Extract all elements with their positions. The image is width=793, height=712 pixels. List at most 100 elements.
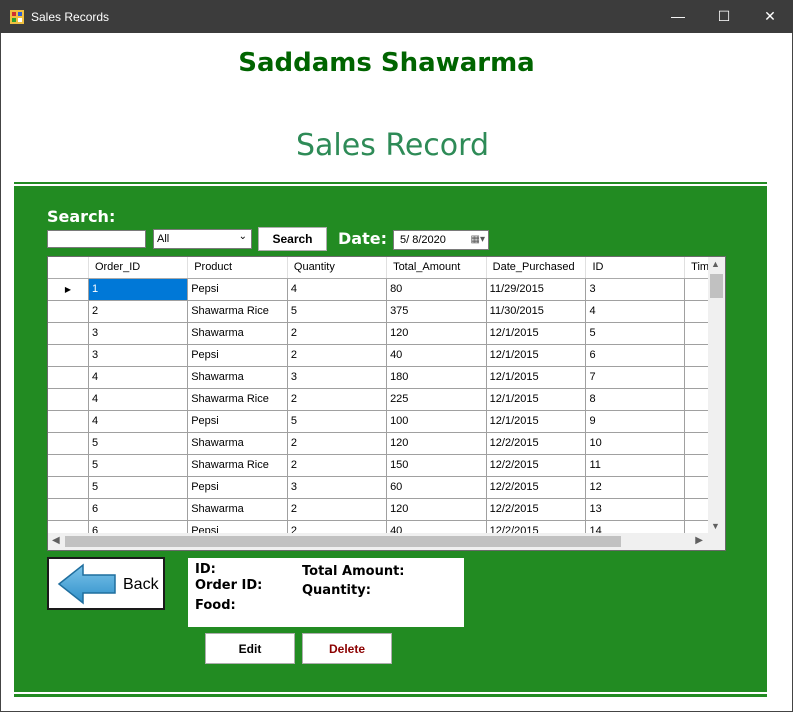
table-cell[interactable]: 40: [386, 344, 487, 367]
table-cell[interactable]: 12/2/2015: [486, 432, 587, 455]
table-cell[interactable]: Pepsi: [187, 278, 288, 301]
search-input[interactable]: [47, 230, 146, 248]
vertical-scroll-thumb[interactable]: [710, 274, 723, 298]
horizontal-scrollbar[interactable]: ◀ ▶: [48, 533, 725, 550]
table-cell[interactable]: 5: [287, 410, 388, 433]
column-header[interactable]: Total_Amount: [386, 257, 487, 279]
column-header[interactable]: Date_Purchased: [486, 257, 587, 279]
table-cell[interactable]: 4: [88, 366, 189, 389]
column-header[interactable]: ID: [585, 257, 686, 279]
maximize-button[interactable]: ☐: [701, 0, 747, 33]
scroll-left-icon[interactable]: ◀: [52, 535, 60, 546]
row-header[interactable]: [48, 344, 89, 367]
table-row[interactable]: 3 Shawarma 2 120 12/1/2015 5: [48, 322, 725, 345]
table-cell[interactable]: 1: [88, 278, 189, 301]
table-cell[interactable]: 120: [386, 432, 487, 455]
table-cell[interactable]: Shawarma Rice: [187, 454, 288, 477]
table-cell[interactable]: 2: [287, 498, 388, 521]
filter-select[interactable]: All ⌄: [153, 229, 252, 249]
table-cell[interactable]: 8: [585, 388, 686, 411]
table-cell[interactable]: 5: [287, 300, 388, 323]
table-cell[interactable]: 80: [386, 278, 487, 301]
edit-button[interactable]: Edit: [205, 633, 295, 664]
table-cell[interactable]: 120: [386, 498, 487, 521]
calendar-icon[interactable]: ▦▾: [471, 234, 485, 245]
row-header[interactable]: [48, 410, 89, 433]
table-cell[interactable]: 2: [287, 432, 388, 455]
table-cell[interactable]: 60: [386, 476, 487, 499]
table-cell[interactable]: Shawarma: [187, 366, 288, 389]
table-cell[interactable]: 3: [287, 476, 388, 499]
table-cell[interactable]: 2: [287, 454, 388, 477]
table-cell[interactable]: 6: [585, 344, 686, 367]
row-header[interactable]: [48, 322, 89, 345]
table-cell[interactable]: 3: [585, 278, 686, 301]
row-header[interactable]: [48, 388, 89, 411]
row-header[interactable]: [48, 432, 89, 455]
column-header[interactable]: Quantity: [287, 257, 388, 279]
row-header[interactable]: [48, 300, 89, 323]
table-cell[interactable]: 12/1/2015: [486, 410, 587, 433]
table-cell[interactable]: 11: [585, 454, 686, 477]
date-picker[interactable]: 5/ 8/2020 ▦▾: [393, 230, 489, 250]
search-button[interactable]: Search: [258, 227, 327, 251]
table-cell[interactable]: 12/1/2015: [486, 388, 587, 411]
delete-button[interactable]: Delete: [302, 633, 392, 664]
table-cell[interactable]: 12/2/2015: [486, 498, 587, 521]
column-header[interactable]: Product: [187, 257, 288, 279]
table-cell[interactable]: 3: [88, 322, 189, 345]
table-cell[interactable]: Shawarma: [187, 322, 288, 345]
table-cell[interactable]: 10: [585, 432, 686, 455]
table-cell[interactable]: Pepsi: [187, 344, 288, 367]
table-cell[interactable]: 150: [386, 454, 487, 477]
table-cell[interactable]: 6: [88, 498, 189, 521]
table-cell[interactable]: 5: [88, 432, 189, 455]
table-cell[interactable]: 2: [287, 388, 388, 411]
table-cell[interactable]: Shawarma: [187, 432, 288, 455]
back-button[interactable]: Back: [47, 557, 165, 610]
table-row[interactable]: ▶ 1 Pepsi 4 80 11/29/2015 3: [48, 278, 725, 301]
table-cell[interactable]: Shawarma: [187, 498, 288, 521]
table-cell[interactable]: 5: [88, 476, 189, 499]
table-cell[interactable]: 4: [88, 410, 189, 433]
row-header[interactable]: [48, 366, 89, 389]
table-cell[interactable]: 120: [386, 322, 487, 345]
column-header[interactable]: Order_ID: [88, 257, 189, 279]
table-cell[interactable]: Shawarma Rice: [187, 300, 288, 323]
row-header[interactable]: ▶: [48, 278, 89, 301]
close-button[interactable]: ✕: [747, 0, 793, 33]
table-cell[interactable]: 3: [88, 344, 189, 367]
table-cell[interactable]: 12: [585, 476, 686, 499]
table-cell[interactable]: 225: [386, 388, 487, 411]
row-header[interactable]: [48, 498, 89, 521]
scroll-up-icon[interactable]: ▲: [711, 259, 720, 269]
row-header[interactable]: [48, 476, 89, 499]
table-cell[interactable]: 4: [88, 388, 189, 411]
table-cell[interactable]: 12/1/2015: [486, 366, 587, 389]
table-cell[interactable]: 2: [88, 300, 189, 323]
table-cell[interactable]: 2: [287, 322, 388, 345]
table-row[interactable]: 5 Shawarma Rice 2 150 12/2/2015 11: [48, 454, 725, 477]
table-cell[interactable]: 4: [585, 300, 686, 323]
table-cell[interactable]: 7: [585, 366, 686, 389]
table-row[interactable]: 5 Pepsi 3 60 12/2/2015 12: [48, 476, 725, 499]
table-row[interactable]: 3 Pepsi 2 40 12/1/2015 6: [48, 344, 725, 367]
table-row[interactable]: 2 Shawarma Rice 5 375 11/30/2015 4: [48, 300, 725, 323]
table-row[interactable]: 6 Shawarma 2 120 12/2/2015 13: [48, 498, 725, 521]
table-cell[interactable]: 12/2/2015: [486, 454, 587, 477]
table-cell[interactable]: 11/30/2015: [486, 300, 587, 323]
scroll-down-icon[interactable]: ▼: [711, 521, 720, 531]
sales-grid[interactable]: Order_ID Product Quantity Total_Amount D…: [47, 256, 726, 551]
table-cell[interactable]: 100: [386, 410, 487, 433]
table-cell[interactable]: 12/1/2015: [486, 344, 587, 367]
table-cell[interactable]: 180: [386, 366, 487, 389]
table-cell[interactable]: 2: [287, 344, 388, 367]
vertical-scrollbar[interactable]: ▲ ▼: [708, 257, 725, 533]
table-cell[interactable]: 12/2/2015: [486, 476, 587, 499]
table-row[interactable]: 4 Pepsi 5 100 12/1/2015 9: [48, 410, 725, 433]
table-cell[interactable]: 13: [585, 498, 686, 521]
table-cell[interactable]: Pepsi: [187, 476, 288, 499]
row-header[interactable]: [48, 454, 89, 477]
horizontal-scroll-thumb[interactable]: [65, 536, 621, 547]
table-cell[interactable]: 4: [287, 278, 388, 301]
